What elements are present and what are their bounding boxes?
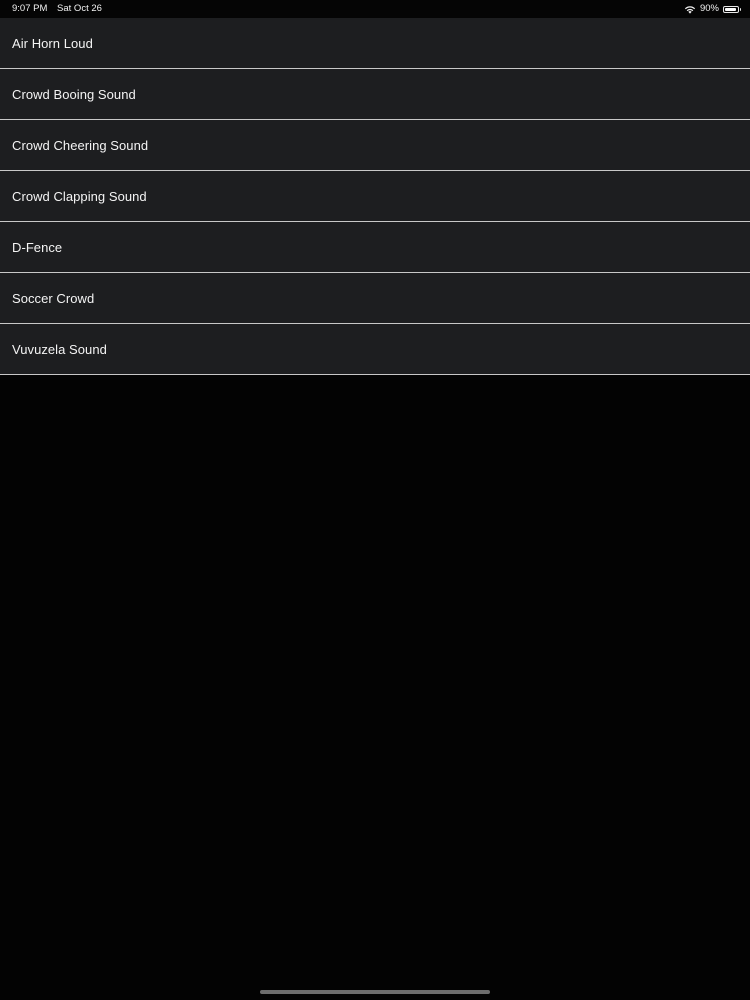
status-time-date: 9:07 PM Sat Oct 26 <box>12 0 102 18</box>
wifi-icon <box>684 5 696 14</box>
sound-item-label: D-Fence <box>12 239 63 255</box>
sound-item-soccer-crowd[interactable]: Soccer Crowd <box>0 273 750 324</box>
battery-icon <box>723 5 741 13</box>
sound-item-label: Crowd Cheering Sound <box>12 137 149 153</box>
status-bar: 9:07 PM Sat Oct 26 90% <box>0 0 750 18</box>
status-time: 9:07 PM <box>12 3 48 14</box>
sound-item-crowd-clapping[interactable]: Crowd Clapping Sound <box>0 171 750 222</box>
sound-item-label: Vuvuzela Sound <box>12 341 107 357</box>
sound-item-crowd-cheering[interactable]: Crowd Cheering Sound <box>0 120 750 171</box>
app-screen: 9:07 PM Sat Oct 26 90% Air Horn Loud Cro… <box>0 0 750 1000</box>
sound-item-air-horn-loud[interactable]: Air Horn Loud <box>0 18 750 69</box>
sound-item-vuvuzela[interactable]: Vuvuzela Sound <box>0 324 750 375</box>
sound-item-label: Crowd Clapping Sound <box>12 188 147 204</box>
sound-list: Air Horn Loud Crowd Booing Sound Crowd C… <box>0 18 750 375</box>
sound-item-d-fence[interactable]: D-Fence <box>0 222 750 273</box>
status-date: Sat Oct 26 <box>57 3 102 14</box>
sound-item-label: Soccer Crowd <box>12 290 95 306</box>
home-indicator[interactable] <box>260 990 490 994</box>
status-indicators: 90% <box>684 0 741 18</box>
sound-item-crowd-booing[interactable]: Crowd Booing Sound <box>0 69 750 120</box>
battery-nub <box>739 8 741 11</box>
battery-percent: 90% <box>699 3 719 14</box>
sound-item-label: Crowd Booing Sound <box>12 86 136 102</box>
battery-fill <box>725 7 736 11</box>
sound-item-label: Air Horn Loud <box>12 35 93 51</box>
